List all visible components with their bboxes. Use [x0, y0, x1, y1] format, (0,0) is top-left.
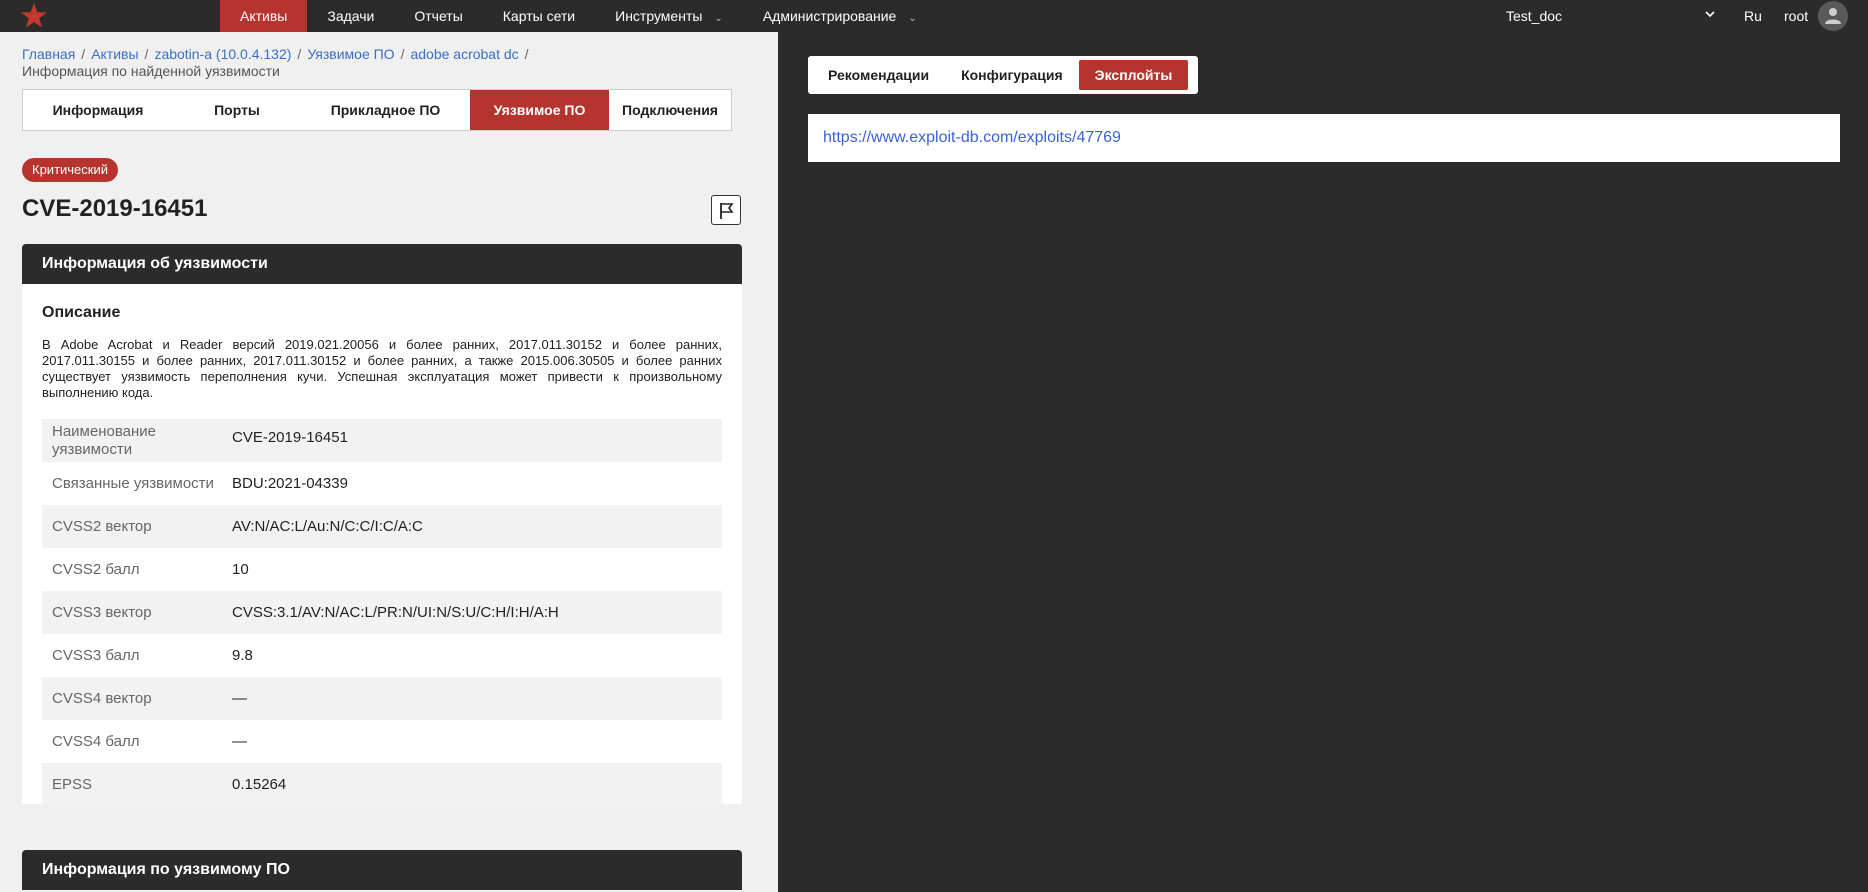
table-row: CVSS3 вектор CVSS:3.1/AV:N/AC:L/PR:N/UI:N…	[42, 591, 722, 634]
main-nav: Активы Задачи Отчеты Карты сети Инструме…	[220, 0, 937, 32]
tab-application-software[interactable]: Прикладное ПО	[301, 90, 470, 130]
row-value: —	[232, 690, 247, 707]
asset-tabs: Информация Порты Прикладное ПО Уязвимое …	[22, 89, 732, 131]
user-avatar-icon[interactable]	[1818, 1, 1848, 31]
breadcrumb-host[interactable]: zabotin-a (10.0.4.132)	[154, 46, 291, 62]
tab-ports[interactable]: Порты	[173, 90, 301, 130]
nav-assets-label: Активы	[240, 8, 288, 24]
table-row: CVSS4 балл —	[42, 720, 722, 763]
document-select-value: Test_doc	[1506, 8, 1563, 24]
nav-tasks[interactable]: Задачи	[307, 0, 394, 32]
tab-configuration[interactable]: Конфигурация	[945, 60, 1079, 90]
table-row: Связанные уязвимости BDU:2021-04339	[42, 462, 722, 505]
row-key: CVSS3 балл	[52, 646, 140, 664]
vulnerability-info-header: Информация об уязвимости	[22, 244, 742, 284]
nav-reports-label: Отчеты	[414, 8, 463, 24]
table-row: CVSS4 вектор —	[42, 677, 722, 720]
row-value: 0.15264	[232, 776, 287, 793]
row-value: —	[232, 733, 247, 750]
nav-network-maps-label: Карты сети	[502, 8, 576, 24]
nav-assets[interactable]: Активы	[220, 0, 308, 32]
nav-network-maps[interactable]: Карты сети	[483, 0, 595, 32]
flag-icon	[720, 203, 734, 219]
severity-badge: Критический	[22, 158, 118, 182]
breadcrumb-separator: /	[400, 46, 405, 62]
nav-administration-label: Администрирование	[762, 8, 897, 24]
breadcrumb-separator: /	[144, 46, 149, 62]
tab-recommendations[interactable]: Рекомендации	[812, 60, 945, 90]
document-select[interactable]: Test_doc	[1506, 0, 1716, 32]
username[interactable]: root	[1784, 0, 1808, 32]
nav-reports[interactable]: Отчеты	[394, 0, 482, 32]
row-key: CVSS4 вектор	[52, 689, 152, 707]
row-key: EPSS	[52, 775, 93, 793]
exploit-link[interactable]: https://www.exploit-db.com/exploits/4776…	[823, 129, 1121, 146]
breadcrumb-vulnerable-software[interactable]: Уязвимое ПО	[307, 46, 394, 62]
table-row: CVSS2 балл 10	[42, 548, 722, 591]
chevron-down-icon	[1704, 0, 1716, 32]
row-key: CVSS3 вектор	[52, 603, 152, 621]
language-switch[interactable]: Ru	[1744, 0, 1762, 32]
row-key: CVSS4 балл	[52, 732, 140, 750]
exploit-list: https://www.exploit-db.com/exploits/4776…	[808, 114, 1840, 162]
row-key: Связанные уязвимости	[52, 474, 214, 492]
row-value: 10	[232, 561, 249, 578]
breadcrumb-assets[interactable]: Активы	[91, 46, 138, 62]
description-title: Описание	[42, 304, 121, 321]
nav-tasks-label: Задачи	[327, 8, 375, 24]
breadcrumb-separator: /	[81, 46, 86, 62]
row-value: CVSS:3.1/AV:N/AC:L/PR:N/UI:N/S:U/C:H/I:H…	[232, 604, 559, 621]
vulnerability-details-panel: Главная / Активы / zabotin-a (10.0.4.132) / Уя…	[0, 32, 778, 892]
table-row: CVSS2 вектор AV:N/AC:L/Au:N/C:C/I:C/A:C	[42, 505, 722, 548]
table-row: EPSS 0.15264	[42, 763, 722, 806]
table-row: CVSS3 балл 9.8	[42, 634, 722, 677]
breadcrumb-separator: /	[524, 46, 529, 62]
tab-connections[interactable]: Подключения	[609, 90, 731, 130]
nav-tools[interactable]: Инструменты ⌄	[595, 0, 743, 32]
tab-information[interactable]: Информация	[23, 90, 173, 130]
row-key: CVSS2 вектор	[52, 517, 152, 535]
top-bar: Активы Задачи Отчеты Карты сети Инструме…	[0, 0, 1868, 32]
breadcrumb: Главная / Активы / zabotin-a (10.0.4.132) / Уя…	[22, 46, 762, 80]
tab-vulnerable-software[interactable]: Уязвимое ПО	[470, 90, 609, 130]
row-key: CVSS2 балл	[52, 560, 140, 578]
nav-tools-label: Инструменты	[615, 8, 703, 24]
row-value: 9.8	[232, 647, 253, 664]
row-value: CVE-2019-16451	[232, 429, 348, 446]
vulnerability-info-table: Наименование уязвимости CVE-2019-16451 Св…	[42, 419, 722, 806]
row-key: Наименование уязвимости	[52, 422, 156, 458]
star-logo-icon[interactable]	[20, 2, 48, 30]
vulnerability-info-card: Информация об уязвимости Описание В Adob…	[22, 244, 742, 806]
chevron-down-icon: ⌄	[714, 13, 723, 24]
flag-button[interactable]	[711, 195, 741, 225]
right-tabs: Рекомендации Конфигурация Эксплойты	[808, 56, 1198, 94]
row-value: BDU:2021-04339	[232, 475, 348, 492]
description-text: В Adobe Acrobat и Reader версий 2019.021…	[42, 337, 722, 400]
breadcrumb-software[interactable]: adobe acrobat dc	[410, 46, 518, 62]
tab-exploits[interactable]: Эксплойты	[1078, 60, 1189, 90]
chevron-down-icon: ⌄	[908, 13, 917, 24]
cve-title: CVE-2019-16451	[22, 195, 208, 222]
breadcrumb-separator: /	[297, 46, 302, 62]
breadcrumb-home[interactable]: Главная	[22, 46, 75, 62]
vulnerable-software-info-header: Информация по уязвимому ПО	[22, 850, 742, 890]
nav-administration[interactable]: Администрирование ⌄	[743, 0, 937, 32]
row-value: AV:N/AC:L/Au:N/C:C/I:C/A:C	[232, 518, 423, 535]
table-row: Наименование уязвимости CVE-2019-16451	[42, 419, 722, 462]
breadcrumb-current: Информация по найденной уязвимости	[22, 63, 280, 79]
